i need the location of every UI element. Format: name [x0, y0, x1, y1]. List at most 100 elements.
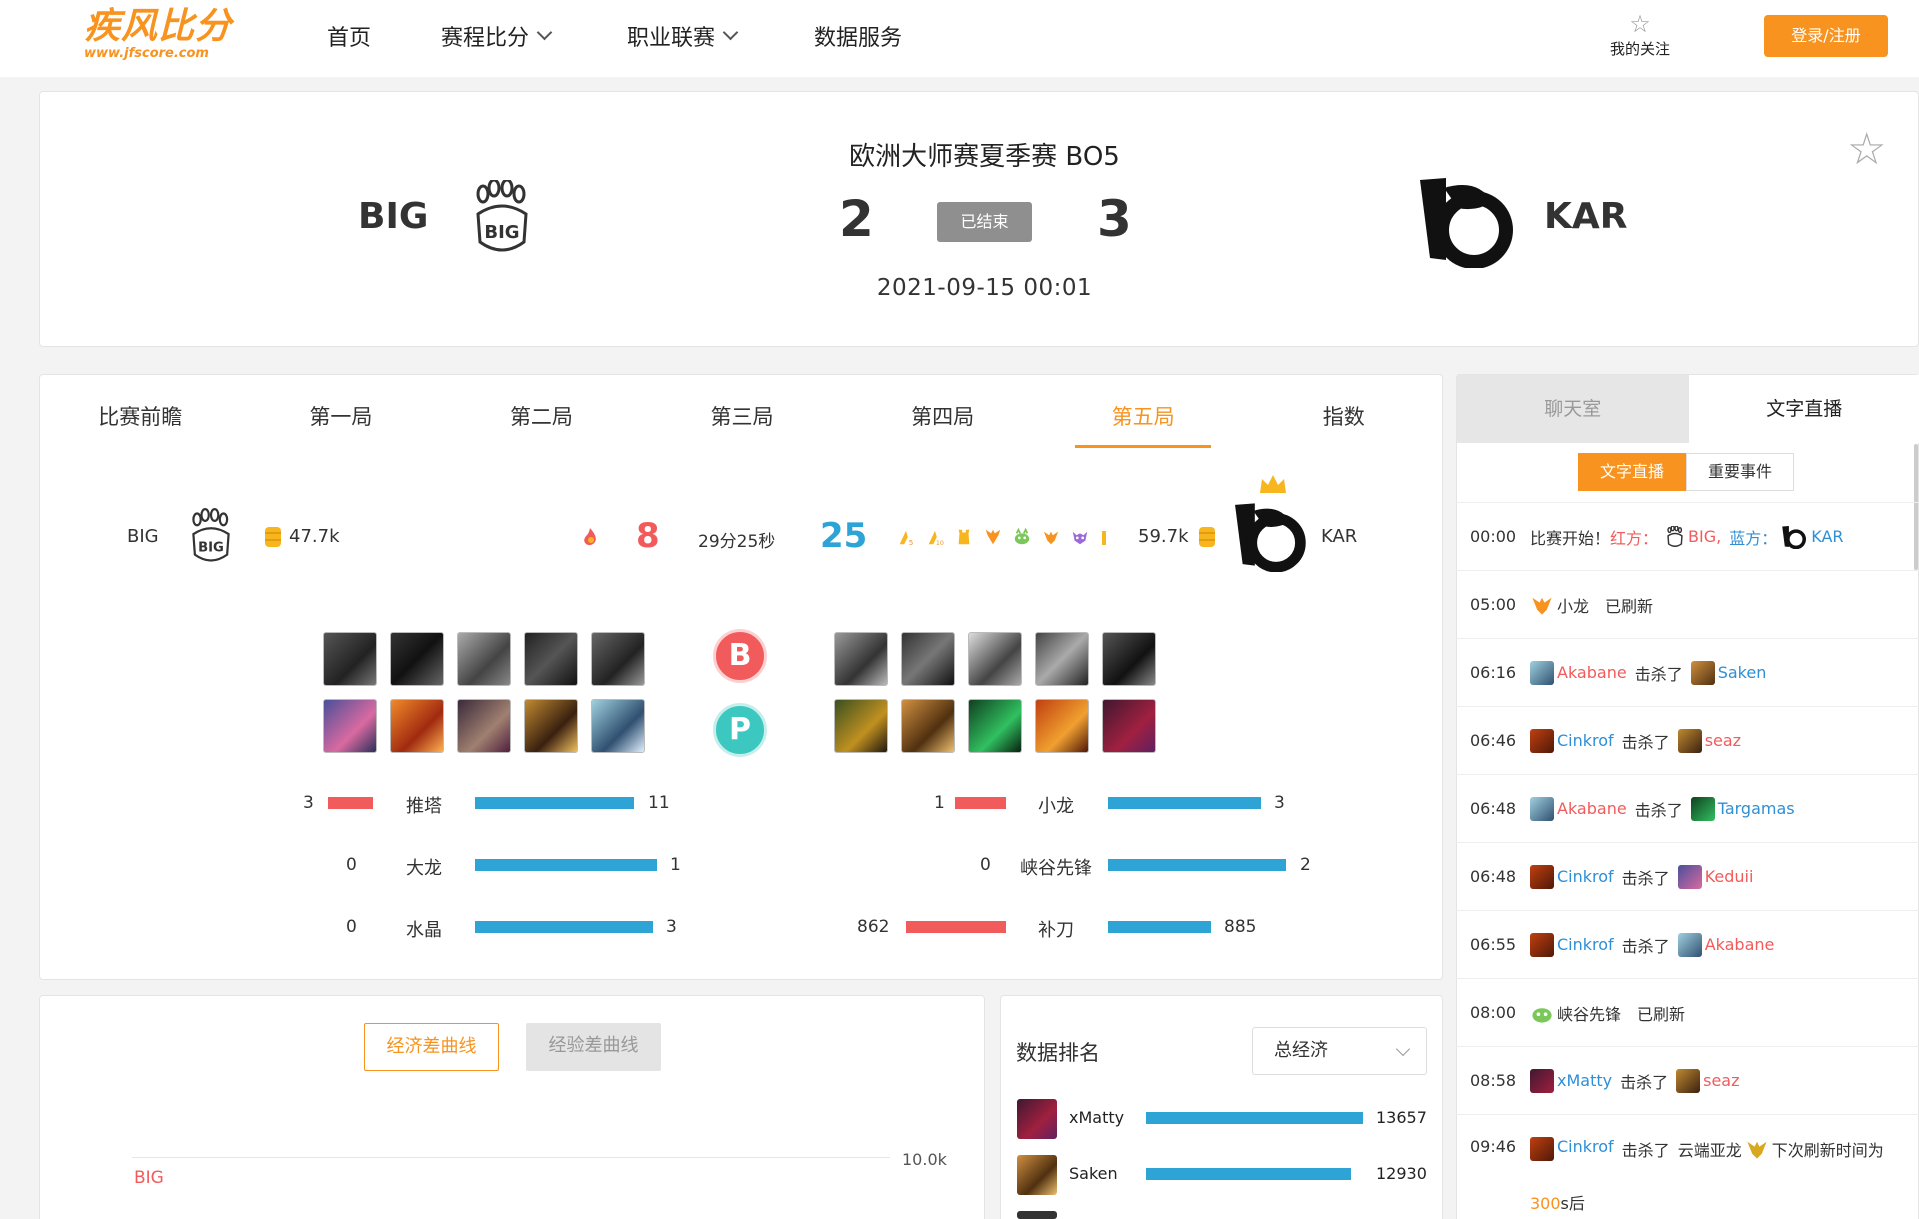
stat-dragon-left: 1 [934, 793, 945, 813]
ban-right-5 [1102, 632, 1156, 686]
feed-team-red: BIG, [1688, 527, 1722, 546]
champion-icon [1677, 864, 1702, 889]
ban-right-4 [1035, 632, 1089, 686]
xp-diff-curve-button[interactable]: 经验差曲线 [526, 1023, 661, 1071]
nav-schedule[interactable]: 赛程比分 [441, 0, 553, 72]
feed-item: 06:55 Cinkrof 击杀了 Akabane [1456, 910, 1919, 978]
objective-icons: 5 10 [897, 524, 1108, 550]
tab-game-5[interactable]: 第五局 [1043, 375, 1244, 459]
ban-right-1 [834, 632, 888, 686]
nav-data-service[interactable]: 数据服务 [814, 0, 902, 72]
gold-icon [265, 527, 281, 547]
tab-game-3[interactable]: 第三局 [642, 375, 843, 459]
stat-cs-left: 862 [857, 917, 890, 937]
ranking-metric-select[interactable]: 总经济 [1252, 1027, 1427, 1075]
ranking-bar [1146, 1112, 1363, 1124]
feed-verb: 击杀了 [1634, 664, 1683, 684]
tab-preview[interactable]: 比赛前瞻 [40, 375, 241, 459]
feed-time: 08:58 [1470, 1071, 1517, 1090]
site-logo[interactable]: 疾风比分 www.jfscore.com [84, 6, 244, 64]
feed-victim: Saken [1717, 663, 1767, 682]
feed-text: 峡谷先锋 [1557, 1004, 1622, 1024]
champion-icon [1530, 932, 1554, 957]
nav-league[interactable]: 职业联赛 [627, 0, 739, 72]
svg-text:5: 5 [909, 538, 914, 547]
pick-left-4 [524, 699, 578, 753]
stat-towers-label: 推塔 [406, 796, 442, 817]
feed-killer: xMatty [1557, 1071, 1613, 1090]
game-duration: 29分25秒 [698, 532, 776, 552]
gold-diff-curve-button[interactable]: 经济差曲线 [364, 1023, 499, 1071]
segment-text-live[interactable]: 文字直播 [1578, 453, 1686, 491]
ranking-bar [1146, 1168, 1351, 1180]
feed-verb: 击杀了 [1621, 936, 1670, 956]
bar-cs-right [1108, 921, 1211, 933]
big-team-logo[interactable]: BIG [472, 180, 532, 256]
match-status-badge: 已结束 [937, 202, 1032, 242]
team-left-name[interactable]: BIG [358, 196, 428, 237]
feed-continuation: 300s后 [1530, 1190, 1585, 1214]
kar-team-logo[interactable] [1416, 174, 1516, 268]
svg-text:BIG: BIG [198, 541, 224, 556]
ban-right-2 [901, 632, 955, 686]
champion-icon [1676, 1068, 1701, 1093]
gold-icon [1199, 527, 1215, 547]
pick-indicator: P [713, 703, 767, 757]
stat-inhib-left: 0 [346, 917, 357, 937]
stat-inhib-label: 水晶 [406, 920, 442, 941]
feed-verb: 击杀了 [1621, 868, 1670, 888]
first-tower-icon [958, 529, 970, 545]
feed-team-blue: KAR [1811, 527, 1844, 546]
feed-killer: Akabane [1557, 799, 1627, 818]
first-blood-icon [584, 528, 596, 546]
logo-url: www.jfscore.com [84, 46, 209, 61]
pick-left-2 [390, 699, 444, 753]
stat-cs-label: 补刀 [1038, 920, 1074, 941]
feed-item: 06:16 Akabane 击杀了 Saken [1456, 638, 1919, 706]
pick-right-4 [1035, 699, 1089, 753]
game-tabs: 比赛前瞻 第一局 第二局 第三局 第四局 第五局 指数 [40, 375, 1444, 459]
nav-home-label: 首页 [327, 26, 372, 51]
feed-killer: Cinkrof [1557, 1137, 1614, 1156]
favorites-link[interactable]: ☆ 我的关注 [1600, 10, 1680, 59]
team-right-name[interactable]: KAR [1544, 196, 1627, 237]
tab-game-1[interactable]: 第一局 [241, 375, 442, 459]
tab-odds[interactable]: 指数 [1243, 375, 1444, 459]
first-dragon-icon [985, 529, 1001, 545]
pick-right-5 [1102, 699, 1156, 753]
tab-game-4[interactable]: 第四局 [842, 375, 1043, 459]
herald-icon [1014, 527, 1030, 545]
stat-herald-left: 0 [980, 855, 991, 875]
curve-tick-label: 10.0k [902, 1150, 947, 1169]
nav-home[interactable]: 首页 [327, 0, 371, 72]
ban-left-5 [591, 632, 645, 686]
champion-icon [1530, 660, 1554, 685]
star-icon[interactable]: ☆ [1847, 128, 1886, 172]
ban-left-2 [390, 632, 444, 686]
pick-left-1 [323, 699, 377, 753]
match-header-card: 欧洲大师赛夏季赛 BO5 BIG BIG 2 已结束 3 KAR 2021-09… [39, 91, 1919, 347]
segment-key-events[interactable]: 重要事件 [1686, 453, 1794, 491]
feed-killer: Cinkrof [1557, 867, 1614, 886]
champion-icon [1530, 1137, 1554, 1161]
login-register-button[interactable]: 登录/注册 [1764, 15, 1888, 57]
bar-dragon-right [1108, 797, 1261, 809]
feed-time: 00:00 [1470, 527, 1517, 546]
curve-gridline [132, 1157, 890, 1158]
ranking-title: 数据排名 [1016, 1041, 1100, 1065]
tab-chatroom[interactable]: 聊天室 [1457, 375, 1689, 443]
feed-verb: 击杀了 [1621, 1141, 1670, 1160]
kar-team-logo [1235, 503, 1306, 572]
feed-verb: 击杀了 [1621, 732, 1670, 752]
match-date: 2021-09-15 00:01 [876, 275, 1093, 301]
ban-indicator: B [713, 629, 767, 683]
pick-left-3 [457, 699, 511, 753]
feed-text: 已刷新 [1605, 596, 1654, 616]
tab-text-live[interactable]: 文字直播 [1688, 375, 1919, 443]
nav-data-label: 数据服务 [814, 26, 903, 51]
kar-team-logo [1782, 525, 1807, 549]
champion-icon [1530, 728, 1554, 753]
bar-dragon-left [955, 797, 1006, 809]
tab-game-2[interactable]: 第二局 [441, 375, 642, 459]
feed-time: 08:00 [1470, 1003, 1517, 1022]
